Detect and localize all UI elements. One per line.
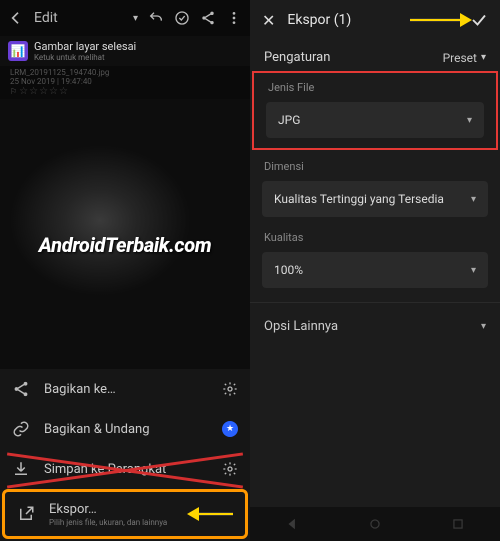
accept-icon[interactable]: [174, 10, 190, 26]
confirm-check-icon[interactable]: [470, 11, 488, 29]
share-to-label: Bagikan ke…: [44, 382, 208, 397]
chevron-down-icon: ▾: [471, 194, 476, 205]
export-panel: ✕ Ekspor (1) Pengaturan Preset ▾ Jenis F…: [250, 0, 500, 541]
star-rating[interactable]: ☆☆☆☆☆: [19, 86, 69, 97]
share-invite-label: Bagikan & Undang: [44, 422, 208, 437]
chevron-down-icon: ▾: [471, 265, 476, 276]
chevron-down-icon: ▾: [481, 321, 486, 332]
export-label-wrap: Ekspor… Pilih jenis file, ukuran, dan la…: [49, 502, 173, 527]
dimension-label: Dimensi: [250, 150, 500, 177]
screenshot-thumb-icon: 📊: [8, 41, 28, 61]
export-sublabel: Pilih jenis file, ukuran, dan lainnya: [49, 518, 173, 527]
dimension-dropdown[interactable]: Kualitas Tertinggi yang Tersedia ▾: [262, 181, 488, 217]
nav-recent-icon[interactable]: [451, 517, 465, 531]
chevron-down-icon[interactable]: ▾: [481, 52, 486, 63]
screen-title[interactable]: Edit: [34, 10, 129, 26]
top-bar: Edit ▾: [0, 0, 250, 36]
share-sheet: Bagikan ke… Bagikan & Undang ★ Simpan ke…: [0, 369, 250, 541]
photo-preview[interactable]: AndroidTerbaik.com: [0, 99, 250, 369]
notif-text: Gambar layar selesai Ketuk untuk melihat: [34, 40, 136, 62]
screenshot-notification[interactable]: 📊 Gambar layar selesai Ketuk untuk melih…: [0, 36, 250, 66]
filename: LRM_20191125_194740.jpg: [10, 68, 240, 77]
share-icon: [12, 380, 30, 398]
close-icon[interactable]: ✕: [262, 11, 275, 30]
notif-title: Gambar layar selesai: [34, 40, 136, 53]
filetype-value: JPG: [278, 113, 467, 127]
nav-back-icon[interactable]: [285, 517, 299, 531]
filetype-dropdown[interactable]: JPG ▾: [266, 102, 484, 138]
file-meta: LRM_20191125_194740.jpg 25 Nov 2019 | 19…: [0, 66, 250, 99]
dimension-value: Kualitas Tertinggi yang Tersedia: [274, 192, 471, 206]
quality-dropdown[interactable]: 100% ▾: [262, 252, 488, 288]
notif-subtitle: Ketuk untuk melihat: [34, 53, 136, 62]
filetype-label: Jenis File: [266, 81, 484, 98]
more-options-label: Opsi Lainnya: [264, 319, 481, 334]
download-icon: [12, 460, 30, 478]
undo-icon[interactable]: [148, 10, 164, 26]
share-to-item[interactable]: Bagikan ke…: [0, 369, 250, 409]
back-icon[interactable]: [8, 10, 24, 26]
link-icon: [12, 420, 30, 438]
preset-button[interactable]: Preset: [443, 51, 477, 65]
save-device-label: Simpan ke Perangkat: [44, 462, 208, 477]
export-item[interactable]: Ekspor… Pilih jenis file, ukuran, dan la…: [5, 492, 245, 536]
more-options-row[interactable]: Opsi Lainnya ▾: [250, 302, 500, 350]
chevron-down-icon: ▾: [467, 115, 472, 126]
watermark-text: AndroidTerbaik.com: [39, 233, 212, 257]
arrow-annotation-left: [187, 507, 233, 521]
export-icon: [17, 505, 35, 523]
flag-icon[interactable]: ⚐: [10, 87, 17, 96]
star-badge-icon: ★: [222, 421, 238, 437]
chevron-down-icon[interactable]: ▾: [133, 13, 138, 24]
share-invite-item[interactable]: Bagikan & Undang ★: [0, 409, 250, 449]
file-datetime: 25 Nov 2019 | 19:47:40: [10, 77, 240, 86]
save-to-device-item[interactable]: Simpan ke Perangkat: [0, 449, 250, 489]
android-nav-bar: [250, 507, 500, 541]
quality-value: 100%: [274, 263, 471, 277]
settings-label: Pengaturan: [264, 50, 443, 65]
export-title: Ekspor (1): [287, 12, 458, 28]
nav-home-icon[interactable]: [368, 517, 382, 531]
export-label: Ekspor…: [49, 502, 97, 517]
edit-screen: Edit ▾ 📊 Gambar layar selesai Ketuk untu…: [0, 0, 250, 541]
settings-header: Pengaturan Preset ▾: [250, 40, 500, 71]
share-icon[interactable]: [200, 10, 216, 26]
gear-icon[interactable]: [222, 461, 238, 477]
more-icon[interactable]: [226, 10, 242, 26]
filetype-highlight: Jenis File JPG ▾: [252, 71, 498, 150]
export-highlight: Ekspor… Pilih jenis file, ukuran, dan la…: [2, 489, 248, 539]
export-header: ✕ Ekspor (1): [250, 0, 500, 40]
quality-label: Kualitas: [250, 221, 500, 248]
gear-icon[interactable]: [222, 381, 238, 397]
